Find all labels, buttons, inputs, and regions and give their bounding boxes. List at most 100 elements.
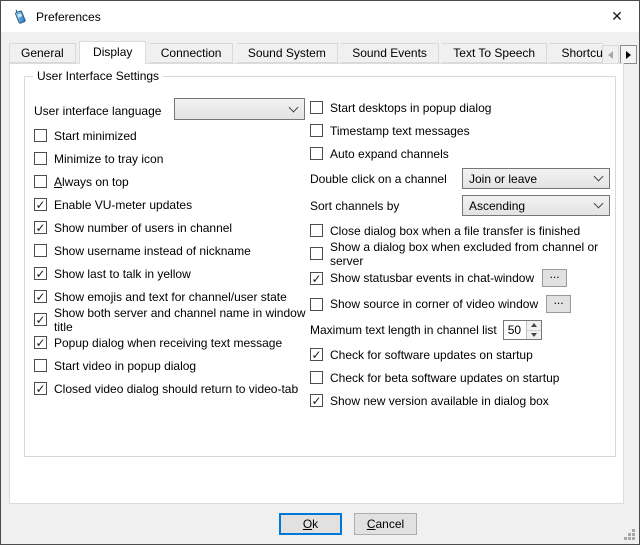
double-click-select[interactable]: Join or leave xyxy=(462,168,610,189)
spin-up-button[interactable] xyxy=(527,321,541,331)
checkbox[interactable] xyxy=(310,147,323,160)
chevron-down-icon xyxy=(289,102,299,112)
checkbox[interactable]: ✓ xyxy=(310,348,323,361)
checkbox[interactable] xyxy=(310,247,323,260)
checkbox[interactable]: ✓ xyxy=(34,382,47,395)
checkbox-label: Show source in corner of video window xyxy=(330,297,538,311)
language-label: User interface language xyxy=(34,104,161,118)
checkbox[interactable]: ✓ xyxy=(34,336,47,349)
checkbox-label: Show username instead of nickname xyxy=(54,244,251,258)
checkbox-row-username-nickname[interactable]: Show username instead of nickname xyxy=(34,239,310,262)
language-select[interactable] xyxy=(174,98,305,120)
sort-channels-select[interactable]: Ascending xyxy=(462,195,610,216)
checkbox-row-always-on-top[interactable]: Always on top xyxy=(34,170,310,193)
checkbox-row-last-to-talk[interactable]: ✓ Show last to talk in yellow xyxy=(34,262,310,285)
checkbox-label: Auto expand channels xyxy=(330,147,449,161)
checkbox[interactable]: ✓ xyxy=(34,267,47,280)
ok-button[interactable]: Ok xyxy=(279,513,342,535)
double-click-row: Double click on a channel Join or leave xyxy=(310,165,620,192)
checkbox[interactable] xyxy=(310,224,323,237)
checkbox[interactable] xyxy=(310,101,323,114)
tab-sound-events[interactable]: Sound Events xyxy=(341,43,439,63)
checkbox-row-check-updates[interactable]: ✓ Check for software updates on startup xyxy=(310,343,620,366)
sort-channels-row: Sort channels by Ascending xyxy=(310,192,620,219)
checkbox[interactable] xyxy=(310,298,323,311)
checkbox-label: Closed video dialog should return to vid… xyxy=(54,382,298,396)
checkbox[interactable] xyxy=(34,175,47,188)
checkbox-row-new-version-dialog[interactable]: ✓ Show new version available in dialog b… xyxy=(310,389,620,412)
checkbox-row-timestamp[interactable]: Timestamp text messages xyxy=(310,119,620,142)
cancel-button[interactable]: Cancel xyxy=(354,513,417,535)
checkbox[interactable]: ✓ xyxy=(34,290,47,303)
language-row: User interface language xyxy=(34,98,310,124)
checkbox-row-video-popup[interactable]: Start video in popup dialog xyxy=(34,354,310,377)
checkbox-row-show-user-count[interactable]: ✓ Show number of users in channel xyxy=(34,216,310,239)
checkbox-label: Start minimized xyxy=(54,129,137,143)
checkbox-row-desktops-popup[interactable]: Start desktops in popup dialog xyxy=(310,96,620,119)
checkbox-row-vu-meter[interactable]: ✓ Enable VU-meter updates xyxy=(34,193,310,216)
checkbox-label: Check for software updates on startup xyxy=(330,348,533,362)
checkbox[interactable] xyxy=(34,129,47,142)
statusbar-events-options-button[interactable]: ... xyxy=(542,269,567,287)
tab-sound-system[interactable]: Sound System xyxy=(237,43,338,63)
tab-bar: General Display Connection Sound System … xyxy=(9,41,603,64)
checkbox-label: Show a dialog box when excluded from cha… xyxy=(330,240,620,268)
checkbox-label: Check for beta software updates on start… xyxy=(330,371,559,385)
chevron-right-icon xyxy=(626,51,631,59)
display-tab-page: User Interface Settings User interface l… xyxy=(9,63,624,504)
checkbox-row-minimize-to-tray[interactable]: Minimize to tray icon xyxy=(34,147,310,170)
checkbox-row-closed-video-return[interactable]: ✓ Closed video dialog should return to v… xyxy=(34,377,310,400)
close-icon[interactable]: ✕ xyxy=(603,5,631,27)
checkbox[interactable]: ✓ xyxy=(34,313,47,326)
sort-channels-label: Sort channels by xyxy=(310,199,399,213)
app-icon xyxy=(12,8,29,25)
checkbox-label: Always on top xyxy=(54,175,129,189)
tab-display[interactable]: Display xyxy=(79,41,146,64)
ok-button-label: Ok xyxy=(303,517,318,531)
tab-scroll-right-button[interactable] xyxy=(620,45,637,64)
max-text-length-input[interactable]: 50 xyxy=(504,321,526,339)
checkbox-label: Show emojis and text for channel/user st… xyxy=(54,290,287,304)
group-title: User Interface Settings xyxy=(33,69,163,83)
checkbox-label: Show number of users in channel xyxy=(54,221,232,235)
checkbox[interactable] xyxy=(34,152,47,165)
checkbox-row-excluded-dialog[interactable]: Show a dialog box when excluded from cha… xyxy=(310,242,620,265)
tab-general[interactable]: General xyxy=(9,43,76,63)
checkbox-row-video-source-corner[interactable]: Show source in corner of video window ..… xyxy=(310,291,620,317)
checkbox-label: Enable VU-meter updates xyxy=(54,198,192,212)
checkbox[interactable] xyxy=(34,359,47,372)
window-title: Preferences xyxy=(36,10,101,24)
checkbox-row-popup-text-message[interactable]: ✓ Popup dialog when receiving text messa… xyxy=(34,331,310,354)
checkbox-row-start-minimized[interactable]: Start minimized xyxy=(34,124,310,147)
double-click-value: Join or leave xyxy=(469,172,537,186)
checkbox-label: Minimize to tray icon xyxy=(54,152,163,166)
checkbox[interactable] xyxy=(34,244,47,257)
title-bar[interactable]: Preferences ✕ xyxy=(1,1,639,32)
checkbox-row-statusbar-events[interactable]: ✓ Show statusbar events in chat-window .… xyxy=(310,265,620,291)
checkbox[interactable]: ✓ xyxy=(310,272,323,285)
checkbox[interactable] xyxy=(310,371,323,384)
max-text-length-spinner: 50 xyxy=(503,320,542,340)
checkbox-row-window-title[interactable]: ✓ Show both server and channel name in w… xyxy=(34,308,310,331)
arrow-down-icon xyxy=(531,333,537,337)
checkbox[interactable]: ✓ xyxy=(34,198,47,211)
checkbox-row-check-beta-updates[interactable]: Check for beta software updates on start… xyxy=(310,366,620,389)
checkbox-label: Show last to talk in yellow xyxy=(54,267,191,281)
spin-down-button[interactable] xyxy=(527,331,541,340)
arrow-up-icon xyxy=(531,323,537,327)
cancel-button-label: Cancel xyxy=(367,517,404,531)
tab-text-to-speech[interactable]: Text To Speech xyxy=(442,43,547,63)
tab-shortcuts[interactable]: Shortcuts xyxy=(550,43,603,63)
double-click-label: Double click on a channel xyxy=(310,172,447,186)
video-source-options-button[interactable]: ... xyxy=(546,295,571,313)
checkbox[interactable] xyxy=(310,124,323,137)
checkbox-label: Popup dialog when receiving text message xyxy=(54,336,282,350)
checkbox-row-auto-expand[interactable]: Auto expand channels xyxy=(310,142,620,165)
chevron-down-icon xyxy=(594,172,604,182)
checkbox[interactable]: ✓ xyxy=(34,221,47,234)
checkbox-label: Show statusbar events in chat-window xyxy=(330,271,534,285)
resize-grip-icon[interactable] xyxy=(622,527,635,540)
checkbox[interactable]: ✓ xyxy=(310,394,323,407)
checkbox-label: Show new version available in dialog box xyxy=(330,394,549,408)
tab-connection[interactable]: Connection xyxy=(150,43,234,63)
